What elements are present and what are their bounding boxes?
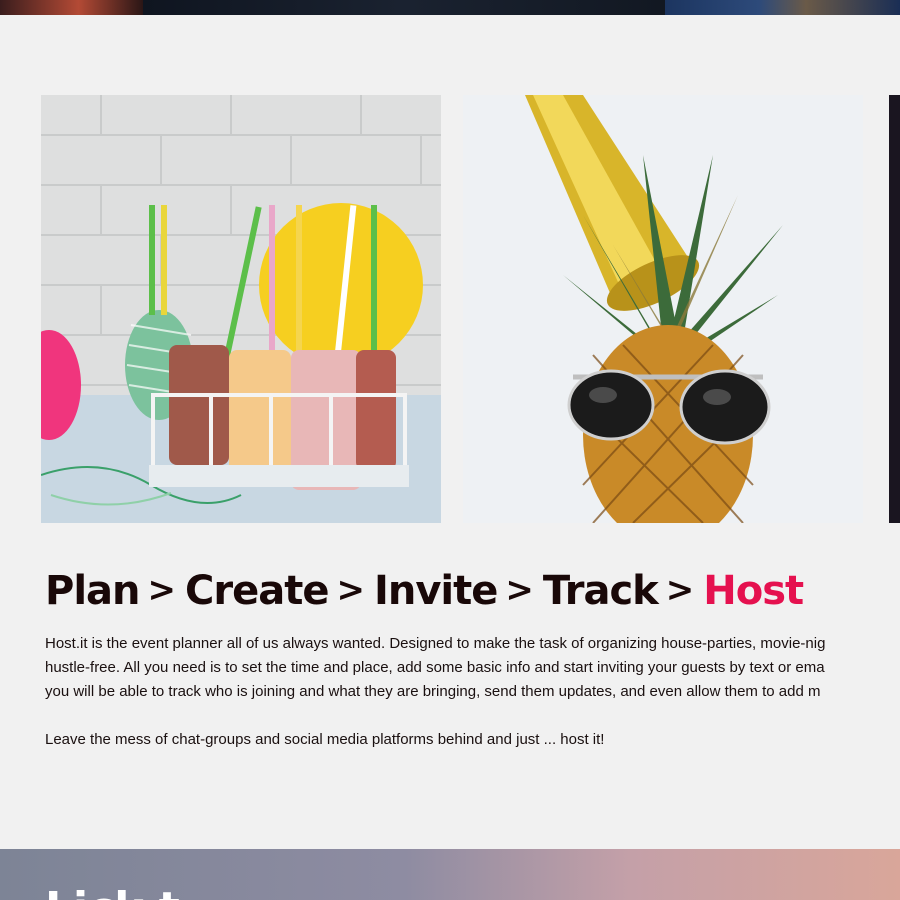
- description-line: you will be able to track who is joining…: [45, 683, 821, 700]
- hero-image-right-edge: [665, 0, 900, 15]
- gallery-photo-party-pineapple: [463, 95, 863, 523]
- next-section-heading: Lick t: [45, 883, 180, 900]
- tagline: Leave the mess of chat-groups and social…: [45, 731, 605, 748]
- chevron-right-icon: >: [665, 570, 694, 610]
- description-line: Host.it is the event planner all of us a…: [45, 635, 826, 652]
- chevron-right-icon: >: [505, 570, 533, 610]
- photo-gallery: [0, 95, 900, 523]
- gallery-photo-party-drinks: [41, 95, 441, 523]
- product-description: Host.it is the event planner all of us a…: [45, 632, 900, 704]
- top-hero-strip: [0, 0, 900, 15]
- headline-step-invite: Invite: [373, 568, 498, 614]
- next-section-banner: Lick t: [0, 849, 900, 900]
- headline-highlight-host: Host: [703, 568, 804, 614]
- gallery-photo-partial: [889, 95, 900, 523]
- pineapple-illustration: [463, 95, 863, 523]
- headline-step-track: Track: [542, 568, 659, 614]
- page-headline: Plan > Create > Invite > Track > Host: [45, 568, 804, 614]
- hero-image-left-edge: [0, 0, 143, 15]
- description-line: hustle-free. All you need is to set the …: [45, 659, 825, 676]
- headline-step-plan: Plan: [45, 568, 140, 614]
- chevron-right-icon: >: [336, 570, 364, 610]
- chevron-right-icon: >: [147, 570, 176, 610]
- party-drinks-illustration: [41, 95, 441, 523]
- hero-image-center-edge: [143, 0, 665, 15]
- headline-step-create: Create: [185, 568, 329, 614]
